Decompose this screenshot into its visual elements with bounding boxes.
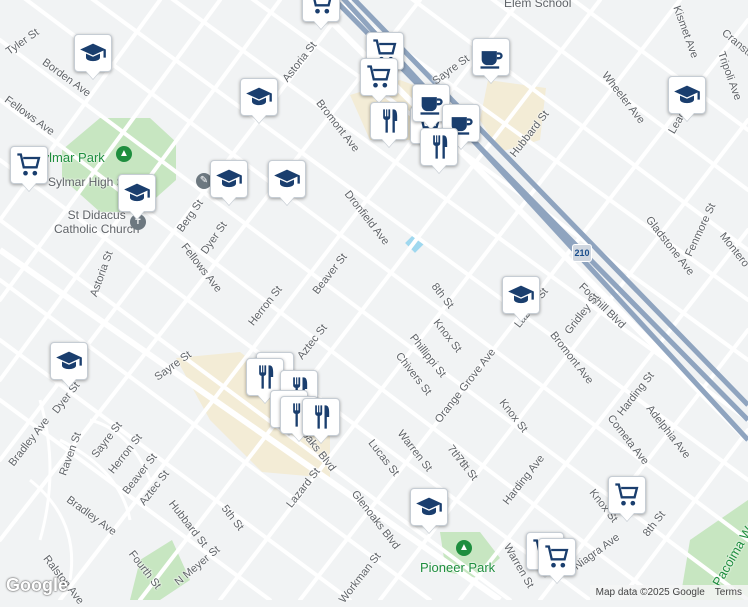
fork-knife-icon xyxy=(383,109,398,133)
school-marker[interactable] xyxy=(118,174,156,212)
shopping-cart-icon xyxy=(17,153,41,176)
school-icon xyxy=(674,85,700,104)
school-marker[interactable] xyxy=(210,160,248,198)
map-footer: Map data ©2025 Google Terms xyxy=(589,585,748,600)
school-marker[interactable] xyxy=(268,160,306,198)
grocery-marker[interactable] xyxy=(538,538,576,576)
cafe-marker[interactable] xyxy=(472,38,510,76)
school-marker[interactable] xyxy=(668,76,706,114)
school-marker[interactable] xyxy=(410,488,448,526)
school-icon xyxy=(216,169,242,188)
elem-school-label[interactable]: Elem School xyxy=(504,0,571,10)
school-icon xyxy=(508,285,534,304)
highway-210-shield: 210 xyxy=(572,244,592,262)
coffee-cup-icon xyxy=(480,51,503,69)
school-icon xyxy=(80,43,106,62)
pioneer-park-label[interactable]: Pioneer Park xyxy=(420,560,495,575)
shopping-cart-icon xyxy=(367,65,391,88)
st-didacus-label[interactable]: St Didacus Catholic Church xyxy=(54,208,139,236)
terms-link[interactable]: Terms xyxy=(715,585,742,600)
fork-knife-icon xyxy=(315,405,330,429)
restaurant-marker[interactable] xyxy=(420,128,458,166)
school-marker[interactable] xyxy=(74,34,112,72)
restaurant-marker[interactable] xyxy=(302,398,340,436)
grocery-marker[interactable] xyxy=(608,476,646,514)
school-icon xyxy=(416,497,442,516)
park-tree-icon[interactable]: ▲ xyxy=(456,540,472,556)
fork-knife-icon xyxy=(259,365,274,389)
coffee-cup-icon xyxy=(420,97,443,115)
fork-knife-icon xyxy=(433,135,448,159)
attribution-text[interactable]: Map data ©2025 Google xyxy=(596,585,705,600)
park-tree-icon[interactable]: ▲ xyxy=(116,146,132,162)
shopping-cart-icon xyxy=(615,483,639,506)
school-icon xyxy=(56,351,82,370)
grocery-marker[interactable] xyxy=(302,0,340,22)
google-logo: Google xyxy=(6,575,68,595)
school-icon xyxy=(274,169,300,188)
restaurant-marker[interactable] xyxy=(370,102,408,140)
shopping-cart-icon xyxy=(545,545,569,568)
school-icon xyxy=(246,87,272,106)
grocery-marker[interactable] xyxy=(360,58,398,96)
shopping-cart-icon xyxy=(313,0,332,14)
school-icon xyxy=(124,183,150,202)
school-marker[interactable] xyxy=(50,342,88,380)
school-marker[interactable] xyxy=(240,78,278,116)
grocery-marker[interactable] xyxy=(10,146,48,184)
school-marker[interactable] xyxy=(502,276,540,314)
